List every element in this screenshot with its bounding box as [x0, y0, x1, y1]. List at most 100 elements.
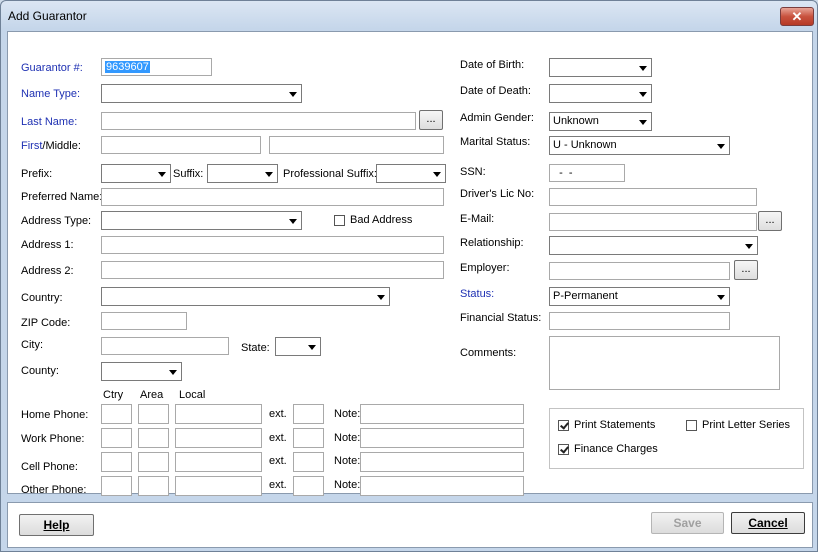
date-of-birth-picker[interactable]	[549, 58, 652, 77]
state-select[interactable]	[275, 337, 321, 356]
name-type-select[interactable]	[101, 84, 302, 103]
cell-phone-area[interactable]	[138, 452, 169, 472]
ssn-value: - -	[553, 167, 573, 179]
cell-phone-label: Cell Phone:	[21, 461, 78, 473]
employer-label: Employer:	[460, 262, 510, 274]
home-phone-note[interactable]	[360, 404, 524, 424]
prefix-select[interactable]	[101, 164, 171, 183]
financial-status-field[interactable]	[549, 312, 730, 330]
other-phone-note-label: Note:	[334, 479, 361, 491]
home-phone-ext[interactable]	[293, 404, 324, 424]
other-phone-note[interactable]	[360, 476, 524, 496]
chevron-down-icon	[374, 289, 388, 304]
other-phone-local[interactable]	[175, 476, 262, 496]
relationship-select[interactable]	[549, 236, 758, 255]
email-label: E-Mail:	[460, 213, 495, 225]
cell-phone-local[interactable]	[175, 452, 262, 472]
preferred-name-field[interactable]	[101, 188, 444, 206]
status-value: P-Permanent	[553, 290, 618, 302]
home-phone-ctry[interactable]	[101, 404, 132, 424]
marital-status-value: U - Unknown	[553, 139, 617, 151]
last-name-lookup-button[interactable]: ...	[419, 110, 443, 130]
marital-status-label: Marital Status:	[460, 136, 531, 148]
print-letter-series-checkbox[interactable]	[686, 420, 697, 431]
cell-phone-note-label: Note:	[334, 455, 361, 467]
ssn-field[interactable]: - -	[549, 164, 625, 182]
other-phone-ext[interactable]	[293, 476, 324, 496]
last-name-label: Last Name:	[21, 116, 78, 128]
last-name-field[interactable]	[101, 112, 416, 130]
marital-status-select[interactable]: U - Unknown	[549, 136, 730, 155]
button-bar: Help Save Cancel	[7, 502, 813, 548]
city-label: City:	[21, 339, 43, 351]
address-type-select[interactable]	[101, 211, 302, 230]
professional-suffix-select[interactable]	[376, 164, 446, 183]
cancel-button[interactable]: Cancel	[731, 512, 805, 534]
date-of-death-picker[interactable]	[549, 84, 652, 103]
finance-charges-label: Finance Charges	[574, 443, 658, 455]
other-phone-label: Other Phone:	[21, 484, 87, 496]
bad-address-checkbox[interactable]	[334, 215, 345, 226]
admin-gender-select[interactable]: Unknown	[549, 112, 652, 131]
professional-suffix-label: Professional Suffix:	[283, 168, 377, 180]
home-phone-local[interactable]	[175, 404, 262, 424]
suffix-label: Suffix:	[173, 168, 204, 180]
print-options-group	[549, 408, 804, 469]
name-type-label: Name Type:	[21, 88, 81, 100]
home-phone-label: Home Phone:	[21, 409, 89, 421]
area-header: Area	[140, 389, 164, 401]
work-phone-ctry[interactable]	[101, 428, 132, 448]
cell-phone-note[interactable]	[360, 452, 524, 472]
save-button[interactable]: Save	[651, 512, 724, 534]
status-label: Status:	[460, 288, 495, 300]
work-phone-ext[interactable]	[293, 428, 324, 448]
home-phone-area[interactable]	[138, 404, 169, 424]
status-select[interactable]: P-Permanent	[549, 287, 730, 306]
title-bar: Add Guarantor ✕	[1, 1, 817, 31]
admin-gender-label: Admin Gender:	[460, 112, 534, 124]
zip-code-field[interactable]	[101, 312, 187, 330]
middle-name-field[interactable]	[269, 136, 444, 154]
print-statements-checkbox[interactable]	[558, 420, 569, 431]
other-phone-ctry[interactable]	[101, 476, 132, 496]
chevron-down-icon	[636, 60, 650, 75]
chevron-down-icon	[262, 166, 276, 181]
employer-lookup-button[interactable]: ...	[734, 260, 758, 280]
address-type-label: Address Type:	[21, 215, 92, 227]
first-name-field[interactable]	[101, 136, 261, 154]
work-phone-note[interactable]	[360, 428, 524, 448]
email-lookup-button[interactable]: ...	[758, 211, 782, 231]
cell-phone-ctry[interactable]	[101, 452, 132, 472]
suffix-select[interactable]	[207, 164, 278, 183]
chevron-down-icon	[155, 166, 169, 181]
work-phone-area[interactable]	[138, 428, 169, 448]
drivers-lic-field[interactable]	[549, 188, 757, 206]
comments-field[interactable]	[549, 336, 780, 390]
country-select[interactable]	[101, 287, 390, 306]
close-button[interactable]: ✕	[780, 7, 814, 26]
work-phone-local[interactable]	[175, 428, 262, 448]
employer-field[interactable]	[549, 262, 730, 280]
chevron-down-icon	[742, 238, 756, 253]
cell-phone-ext[interactable]	[293, 452, 324, 472]
other-phone-area[interactable]	[138, 476, 169, 496]
city-field[interactable]	[101, 337, 229, 355]
zip-code-label: ZIP Code:	[21, 317, 71, 329]
chevron-down-icon	[714, 138, 728, 153]
chevron-down-icon	[636, 114, 650, 129]
ctry-header: Ctry	[103, 389, 124, 401]
county-select[interactable]	[101, 362, 182, 381]
drivers-lic-label: Driver's Lic No:	[460, 188, 535, 200]
ssn-label: SSN:	[460, 166, 486, 178]
help-button[interactable]: Help	[19, 514, 94, 536]
chevron-down-icon	[305, 339, 319, 354]
guarantor-number-field[interactable]: 9639607	[101, 58, 212, 76]
finance-charges-checkbox[interactable]	[558, 444, 569, 455]
email-field[interactable]	[549, 213, 757, 231]
address1-field[interactable]	[101, 236, 444, 254]
home-phone-note-label: Note:	[334, 408, 361, 420]
chevron-down-icon	[286, 213, 300, 228]
other-phone-ext-label: ext.	[269, 479, 287, 491]
work-phone-label: Work Phone:	[21, 433, 85, 445]
address2-field[interactable]	[101, 261, 444, 279]
